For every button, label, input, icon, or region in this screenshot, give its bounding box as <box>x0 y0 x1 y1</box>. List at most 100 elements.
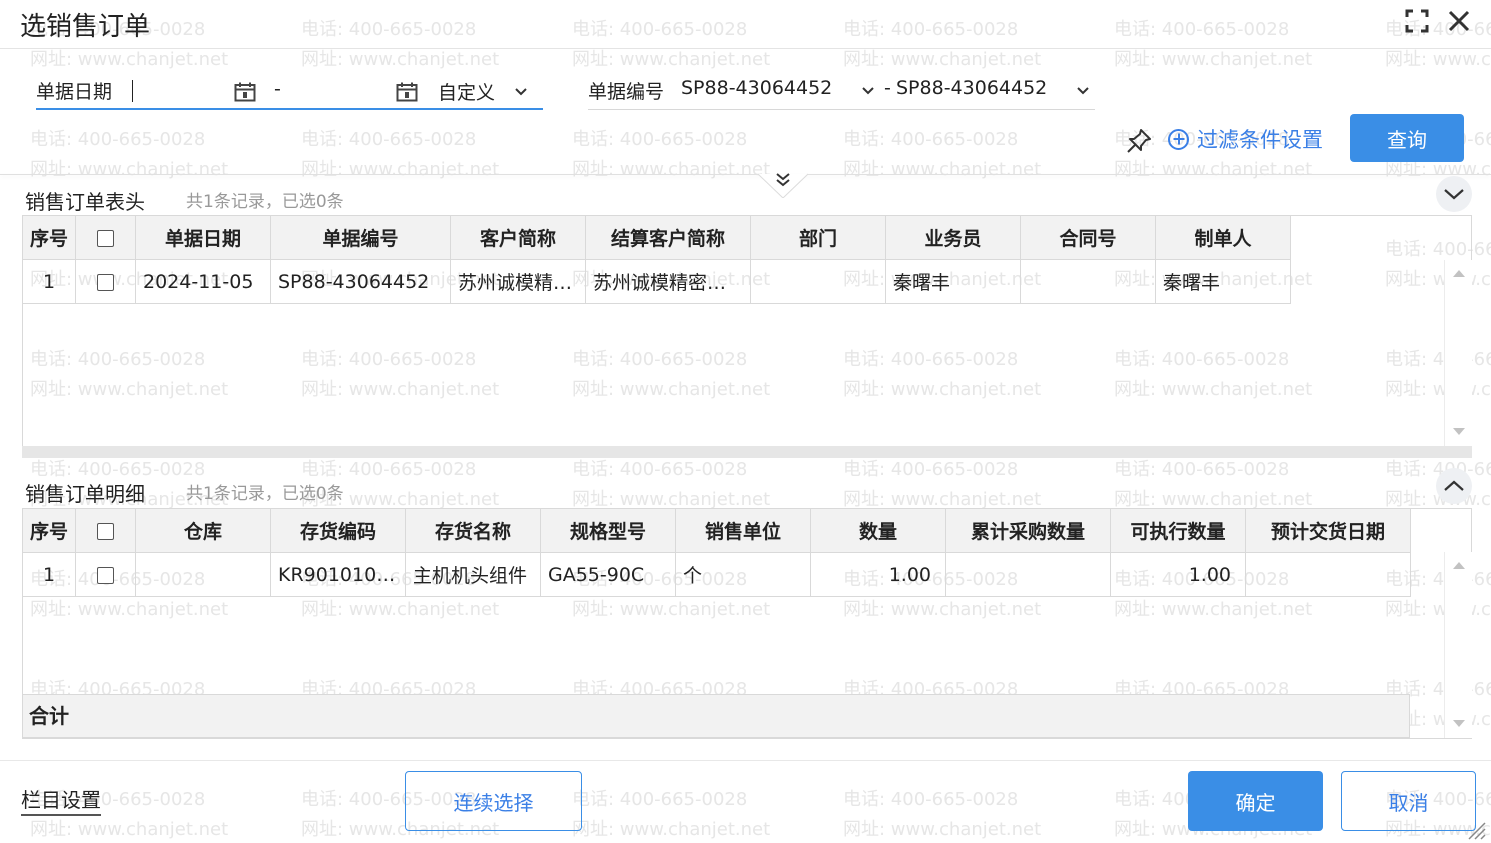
section-splitter[interactable] <box>22 446 1472 458</box>
chevron-down-icon[interactable] <box>514 87 528 97</box>
billno-range-filter: 单据编号 SP88-43064452 - SP88-43064452 <box>588 74 1095 110</box>
billno-separator: - <box>884 77 891 99</box>
cell-date: 2024-11-05 <box>135 259 271 304</box>
chevron-down-icon[interactable] <box>1076 86 1090 96</box>
cell-customer: 苏州诚模精密科技有限公司 <box>450 259 586 304</box>
watermark-site: 网址: www.chanjet.net <box>30 159 229 180</box>
col-header[interactable]: 单据日期 <box>135 215 271 260</box>
watermark-phone: 电话: 400-665-0028 <box>301 129 477 150</box>
col-header[interactable]: 规格型号 <box>540 508 676 553</box>
watermark-phone: 电话: 400-665-0028 <box>30 129 206 150</box>
detail-section-summary: 共1条记录，已选0条 <box>186 484 344 504</box>
col-header-select-all[interactable] <box>75 508 136 553</box>
title-divider <box>0 48 1491 49</box>
plus-circle-icon <box>1168 128 1189 150</box>
col-header[interactable]: 结算客户简称 <box>585 215 751 260</box>
continuous-select-button[interactable]: 连续选择 <box>405 771 582 831</box>
col-header[interactable]: 仓库 <box>135 508 271 553</box>
cell-billno: SP88-43064452 <box>270 259 451 304</box>
expand-header-button[interactable] <box>1436 176 1472 212</box>
watermark-phone: 电话: 400-665-0028 <box>843 19 1019 40</box>
row-checkbox[interactable] <box>97 566 114 584</box>
date-range-filter: 单据日期 - 自定义 <box>36 74 543 110</box>
calendar-icon[interactable] <box>234 82 256 102</box>
query-button[interactable]: 查询 <box>1350 114 1464 162</box>
row-checkbox[interactable] <box>97 273 114 291</box>
col-header[interactable]: 累计采购数量 <box>945 508 1111 553</box>
date-separator: - <box>274 78 281 100</box>
watermark-site: 网址: www.chanjet.net <box>30 49 229 70</box>
column-settings-link[interactable]: 栏目设置 <box>21 784 101 816</box>
col-header[interactable]: 存货名称 <box>405 508 541 553</box>
scroll-up-icon[interactable] <box>1453 562 1465 569</box>
maximize-icon[interactable] <box>1404 8 1430 34</box>
watermark-phone: 电话: 400-665-0028 <box>1114 459 1290 480</box>
watermark-site: 网址: www.chanjet.net <box>843 49 1042 70</box>
watermark-site: 网址: www.chanjet.net <box>301 49 500 70</box>
header-table-head: 序号 单据日期 单据编号 客户简称 结算客户简称 部门 业务员 合同号 制单人 <box>22 215 1291 260</box>
cancel-button[interactable]: 取消 <box>1341 771 1476 831</box>
cell-contract <box>1020 259 1156 304</box>
chevron-down-icon <box>1444 189 1464 200</box>
collapse-filter-icon[interactable] <box>758 164 808 198</box>
cell-dept <box>750 259 886 304</box>
col-header[interactable]: 合同号 <box>1020 215 1156 260</box>
detail-table-scrollbar[interactable] <box>1444 552 1472 738</box>
col-header[interactable]: 序号 <box>22 508 76 553</box>
cell-settle-customer: 苏州诚模精密科技有限公司 <box>585 259 751 304</box>
close-icon[interactable] <box>1446 8 1472 34</box>
scroll-down-icon[interactable] <box>1453 428 1465 435</box>
watermark-site: 网址: www.chanjet.net <box>1385 49 1491 70</box>
detail-section-title: 销售订单明细 <box>25 482 145 506</box>
table-row[interactable]: 1 KR9010100001 主机机头组件 GA55-90C 个 1.00 1.… <box>22 552 1411 597</box>
watermark-phone: 电话: 400-665-0028 <box>843 129 1019 150</box>
watermark-site: 网址: www.chanjet.net <box>843 159 1042 180</box>
header-section-title: 销售订单表头 <box>25 190 145 214</box>
billno-label: 单据编号 <box>588 81 665 103</box>
confirm-button[interactable]: 确定 <box>1188 771 1323 831</box>
billno-from-select[interactable]: SP88-43064452 <box>681 77 832 99</box>
collapse-detail-button[interactable] <box>1436 468 1472 504</box>
col-header[interactable]: 存货编码 <box>270 508 406 553</box>
cell-qty: 1.00 <box>810 552 946 597</box>
col-header[interactable]: 单据编号 <box>270 215 451 260</box>
date-preset-select[interactable]: 自定义 <box>438 78 495 105</box>
col-header[interactable]: 序号 <box>22 215 76 260</box>
watermark-site: 网址: www.chanjet.net <box>301 159 500 180</box>
col-header-select-all[interactable] <box>75 215 136 260</box>
filter-settings-label: 过滤条件设置 <box>1197 128 1323 152</box>
table-row[interactable]: 1 2024-11-05 SP88-43064452 苏州诚模精密科技有限公司 … <box>22 259 1291 304</box>
scroll-up-icon[interactable] <box>1453 270 1465 277</box>
filter-settings-link[interactable]: 过滤条件设置 <box>1168 124 1323 154</box>
watermark-site: 网址: www.chanjet.net <box>572 49 771 70</box>
col-header[interactable]: 制单人 <box>1155 215 1291 260</box>
cell-select[interactable] <box>75 259 136 304</box>
col-header[interactable]: 客户简称 <box>450 215 586 260</box>
detail-table: 序号 仓库 存货编码 存货名称 规格型号 销售单位 数量 累计采购数量 可执行数… <box>22 508 1411 597</box>
col-header[interactable]: 预计交货日期 <box>1245 508 1411 553</box>
cell-purchased-qty <box>945 552 1111 597</box>
col-header[interactable]: 销售单位 <box>675 508 811 553</box>
calendar-icon[interactable] <box>396 82 418 102</box>
select-all-checkbox[interactable] <box>97 522 114 540</box>
chevron-down-icon[interactable] <box>861 86 875 96</box>
date-from-input[interactable] <box>132 80 133 102</box>
select-all-checkbox[interactable] <box>97 229 114 247</box>
billno-to-select[interactable]: SP88-43064452 <box>896 77 1047 99</box>
cell-delivery-date <box>1245 552 1411 597</box>
col-header[interactable]: 部门 <box>750 215 886 260</box>
col-header[interactable]: 业务员 <box>885 215 1021 260</box>
header-table: 序号 单据日期 单据编号 客户简称 结算客户简称 部门 业务员 合同号 制单人 … <box>22 215 1291 304</box>
watermark-site: 网址: www.chanjet.net <box>843 819 1042 840</box>
cell-select[interactable] <box>75 552 136 597</box>
header-table-scrollbar[interactable] <box>1444 260 1472 446</box>
col-header[interactable]: 可执行数量 <box>1110 508 1246 553</box>
chevron-up-icon <box>1444 480 1464 491</box>
resize-grip-icon[interactable] <box>1464 818 1486 840</box>
scroll-down-icon[interactable] <box>1453 720 1465 727</box>
total-row: 合计 <box>22 694 1410 738</box>
cell-item-code: KR9010100001 <box>270 552 406 597</box>
pin-icon[interactable] <box>1126 128 1152 154</box>
watermark-phone: 电话: 400-665-0028 <box>572 19 748 40</box>
col-header[interactable]: 数量 <box>810 508 946 553</box>
